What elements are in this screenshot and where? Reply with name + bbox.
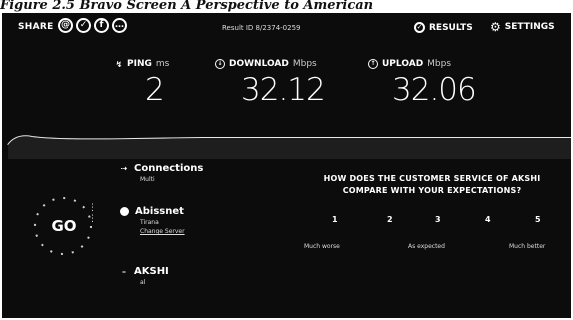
upload-icon: ↑ <box>368 59 378 69</box>
rating-option-4[interactable]: 4 <box>485 215 491 224</box>
low-rating-label: Much worse <box>304 243 340 250</box>
survey-question: HOW DOES THE CUSTOMER SERVICE OF AKSHI C… <box>323 174 541 195</box>
download-metric: ↓ DOWNLOAD Mbps 32.12 <box>215 59 326 108</box>
settings-button[interactable]: ⚙ SETTINGS <box>490 20 555 34</box>
ping-value: 2 <box>145 72 165 108</box>
rating-option-5[interactable]: 5 <box>535 215 541 224</box>
rating-scale: 1 2 3 4 5 <box>320 215 560 229</box>
connections-mode: Multi <box>140 176 155 183</box>
mid-rating-label: As expected <box>408 243 445 250</box>
results-button[interactable]: ✓ RESULTS <box>414 22 473 33</box>
top-bar: SHARE @ ✓ f … Result ID 8/2374-0259 ✓ RE… <box>2 13 571 45</box>
ping-icon: ↯ <box>115 59 123 69</box>
speed-graph <box>7 135 571 159</box>
high-rating-label: Much better <box>509 243 546 250</box>
go-button[interactable]: GO <box>42 204 86 248</box>
share-icons: @ ✓ f … <box>58 18 127 33</box>
host-info: – AKSHI al <box>120 266 169 286</box>
result-id[interactable]: Result ID 8/2374-0259 <box>222 24 301 32</box>
download-value: 32.12 <box>241 72 326 108</box>
rating-option-2[interactable]: 2 <box>387 215 393 224</box>
share-label: SHARE <box>18 22 54 32</box>
gauge-side-marks: ⋮ ⋮ <box>88 203 97 224</box>
email-share-icon[interactable]: @ <box>58 18 73 33</box>
connections-icon: ⇢ <box>120 164 128 173</box>
twitter-share-icon[interactable]: ✓ <box>76 18 91 33</box>
connections-title: Connections <box>134 163 204 174</box>
isp-location: Tirana <box>140 219 159 226</box>
isp-info: Abissnet Tirana Change Server <box>120 206 185 235</box>
host-title: AKSHI <box>134 266 169 277</box>
ping-metric: ↯ PING ms 2 <box>115 59 170 108</box>
upload-label: UPLOAD <box>382 59 424 69</box>
rating-scale-labels: Much worse As expected Much better <box>302 243 564 255</box>
more-share-icon[interactable]: … <box>112 18 127 33</box>
check-icon: ✓ <box>414 22 425 33</box>
download-unit: Mbps <box>292 59 317 69</box>
speed-graph-fill <box>8 136 571 159</box>
download-label: DOWNLOAD <box>229 59 289 69</box>
ping-unit: ms <box>155 59 170 69</box>
isp-title: Abissnet <box>135 206 184 217</box>
speedtest-panel: SHARE @ ✓ f … Result ID 8/2374-0259 ✓ RE… <box>2 13 571 318</box>
rating-option-1[interactable]: 1 <box>332 215 338 224</box>
download-icon: ↓ <box>215 59 225 69</box>
facebook-share-icon[interactable]: f <box>94 18 109 33</box>
change-server-link[interactable]: Change Server <box>140 228 185 235</box>
globe-icon <box>120 207 129 216</box>
user-icon: – <box>122 267 126 276</box>
host-sub: al <box>140 279 146 286</box>
ping-label: PING <box>127 59 152 69</box>
upload-metric: ↑ UPLOAD Mbps 32.06 <box>368 59 477 108</box>
results-label: RESULTS <box>429 22 473 33</box>
rating-option-3[interactable]: 3 <box>435 215 441 224</box>
settings-label: SETTINGS <box>504 22 555 32</box>
gear-icon: ⚙ <box>490 20 501 34</box>
upload-value: 32.06 <box>392 72 477 108</box>
connections-info[interactable]: ⇢ Connections Multi <box>120 163 204 183</box>
upload-unit: Mbps <box>427 59 452 69</box>
